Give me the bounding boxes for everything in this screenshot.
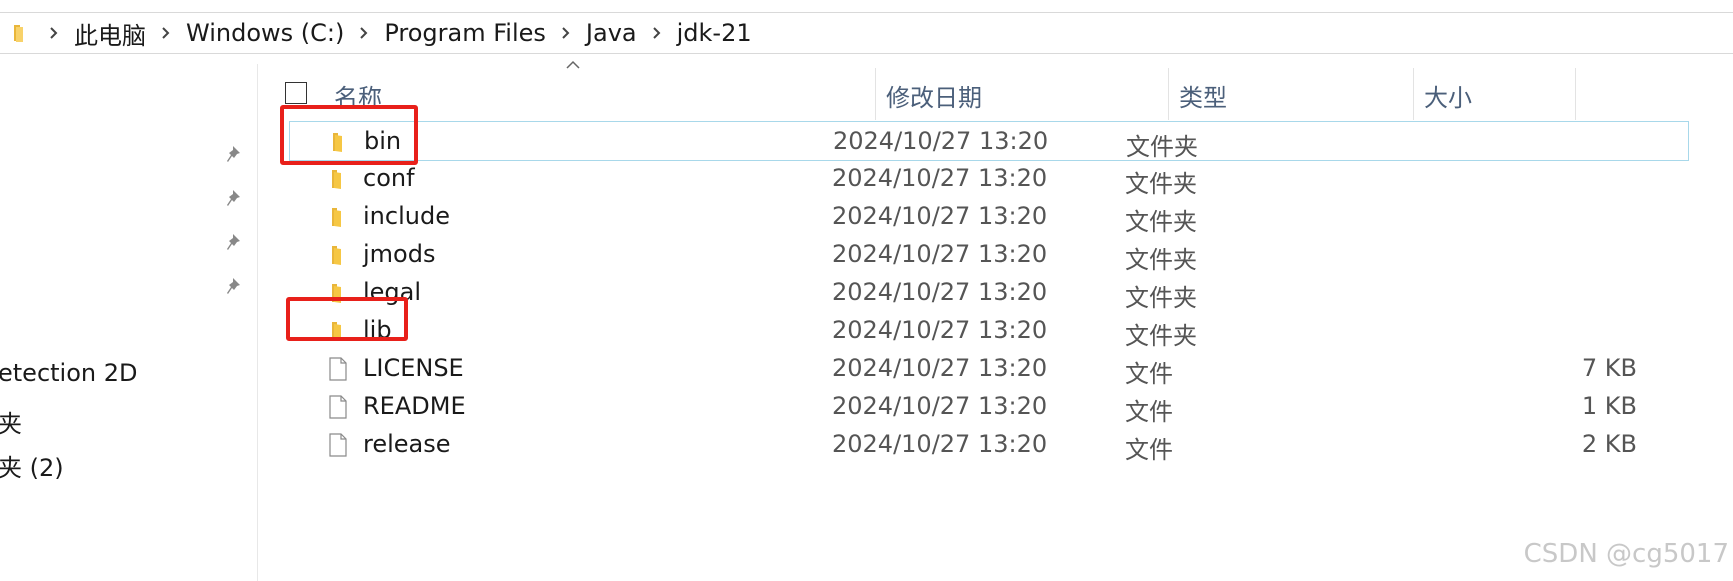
address-bar[interactable]: 此电脑 Windows (C:) Program Files Java jdk-21 [0, 12, 1733, 54]
pin-icon[interactable] [225, 232, 245, 254]
file-modified-date: 2024/10/27 13:20 [832, 392, 1048, 420]
column-header-type[interactable]: 类型 [1179, 78, 1227, 113]
folder-icon [332, 208, 341, 227]
file-type: 文件夹 [1125, 170, 1197, 198]
file-size: 2 KB [1581, 430, 1637, 458]
file-modified-date: 2024/10/27 13:20 [832, 278, 1048, 306]
chevron-right-icon[interactable] [358, 24, 370, 42]
folder-icon [332, 284, 341, 303]
file-type: 文件 [1125, 398, 1173, 426]
file-modified-date: 2024/10/27 13:20 [832, 354, 1048, 382]
breadcrumb-item[interactable]: Windows (C:) [186, 19, 344, 47]
file-name: release [363, 430, 451, 458]
nav-item[interactable]: 夹 [0, 404, 22, 439]
file-size: 1 KB [1581, 392, 1637, 420]
folder-icon [332, 170, 341, 189]
breadcrumb: 此电脑 Windows (C:) Program Files Java jdk-21 [48, 13, 766, 53]
file-name: LICENSE [363, 354, 464, 382]
folder-icon [14, 25, 23, 42]
chevron-right-icon[interactable] [48, 24, 60, 42]
navigation-pane: etection 2D 夹 夹 (2) [0, 64, 258, 581]
column-header-row: 名称 修改日期 类型 大小 [259, 64, 1733, 120]
file-row[interactable]: release 2024/10/27 13:20 文件 2 KB [289, 425, 1689, 465]
file-row[interactable]: LICENSE 2024/10/27 13:20 文件 7 KB [289, 349, 1689, 389]
file-type: 文件 [1125, 360, 1173, 388]
breadcrumb-item[interactable]: 此电脑 [74, 16, 146, 51]
folder-icon [333, 133, 342, 152]
nav-item[interactable]: 夹 (2) [0, 448, 64, 483]
file-name: bin [364, 127, 402, 155]
file-row[interactable]: jmods 2024/10/27 13:20 文件夹 [289, 235, 1689, 275]
file-name: legal [363, 278, 422, 306]
file-explorer-window: 此电脑 Windows (C:) Program Files Java jdk-21 e… [0, 0, 1733, 581]
file-name: lib [363, 316, 392, 344]
file-modified-date: 2024/10/27 13:20 [832, 240, 1048, 268]
breadcrumb-item[interactable]: jdk-21 [677, 19, 752, 47]
file-icon [329, 433, 347, 457]
file-name: jmods [363, 240, 436, 268]
column-header-size[interactable]: 大小 [1424, 78, 1472, 113]
pin-icon[interactable] [225, 144, 245, 166]
select-all-checkbox[interactable] [285, 82, 307, 104]
file-row[interactable]: include 2024/10/27 13:20 文件夹 [289, 197, 1689, 237]
file-modified-date: 2024/10/27 13:20 [832, 316, 1048, 344]
file-row[interactable]: README 2024/10/27 13:20 文件 1 KB [289, 387, 1689, 427]
folder-icon [332, 322, 341, 341]
file-icon [329, 395, 347, 419]
file-name: README [363, 392, 466, 420]
file-type: 文件夹 [1125, 322, 1197, 350]
watermark: CSDN @cg5017 [1523, 539, 1729, 569]
file-type: 文件夹 [1125, 284, 1197, 312]
file-row[interactable]: legal 2024/10/27 13:20 文件夹 [289, 273, 1689, 313]
file-row[interactable]: conf 2024/10/27 13:20 文件夹 [289, 159, 1689, 199]
file-modified-date: 2024/10/27 13:20 [832, 202, 1048, 230]
pin-icon[interactable] [225, 188, 245, 210]
folder-icon [332, 246, 341, 265]
file-name: conf [363, 164, 415, 192]
file-icon [329, 357, 347, 381]
file-type: 文件夹 [1125, 246, 1197, 274]
file-modified-date: 2024/10/27 13:20 [832, 164, 1048, 192]
file-size: 7 KB [1581, 354, 1637, 382]
column-header-name[interactable]: 名称 [334, 78, 382, 113]
column-divider[interactable] [1168, 68, 1169, 120]
file-row[interactable]: lib 2024/10/27 13:20 文件夹 [289, 311, 1689, 351]
column-divider[interactable] [1413, 68, 1414, 120]
breadcrumb-item[interactable]: Java [586, 19, 637, 47]
pin-icon[interactable] [225, 276, 245, 298]
chevron-right-icon[interactable] [651, 24, 663, 42]
file-name: include [363, 202, 450, 230]
file-modified-date: 2024/10/27 13:20 [832, 430, 1048, 458]
nav-item[interactable]: etection 2D [0, 359, 138, 387]
chevron-right-icon[interactable] [560, 24, 572, 42]
file-row[interactable]: bin 2024/10/27 13:20 文件夹 [289, 121, 1689, 161]
column-header-modified[interactable]: 修改日期 [886, 78, 982, 113]
file-type: 文件 [1125, 436, 1173, 464]
column-divider[interactable] [875, 68, 876, 120]
file-type: 文件夹 [1125, 208, 1197, 236]
file-type: 文件夹 [1126, 133, 1198, 161]
file-list: 名称 修改日期 类型 大小 bin 2024/10/27 13:20 文件夹 conf… [259, 60, 1733, 581]
chevron-right-icon[interactable] [160, 24, 172, 42]
column-divider[interactable] [1575, 68, 1576, 120]
file-modified-date: 2024/10/27 13:20 [833, 127, 1049, 155]
breadcrumb-item[interactable]: Program Files [384, 19, 546, 47]
